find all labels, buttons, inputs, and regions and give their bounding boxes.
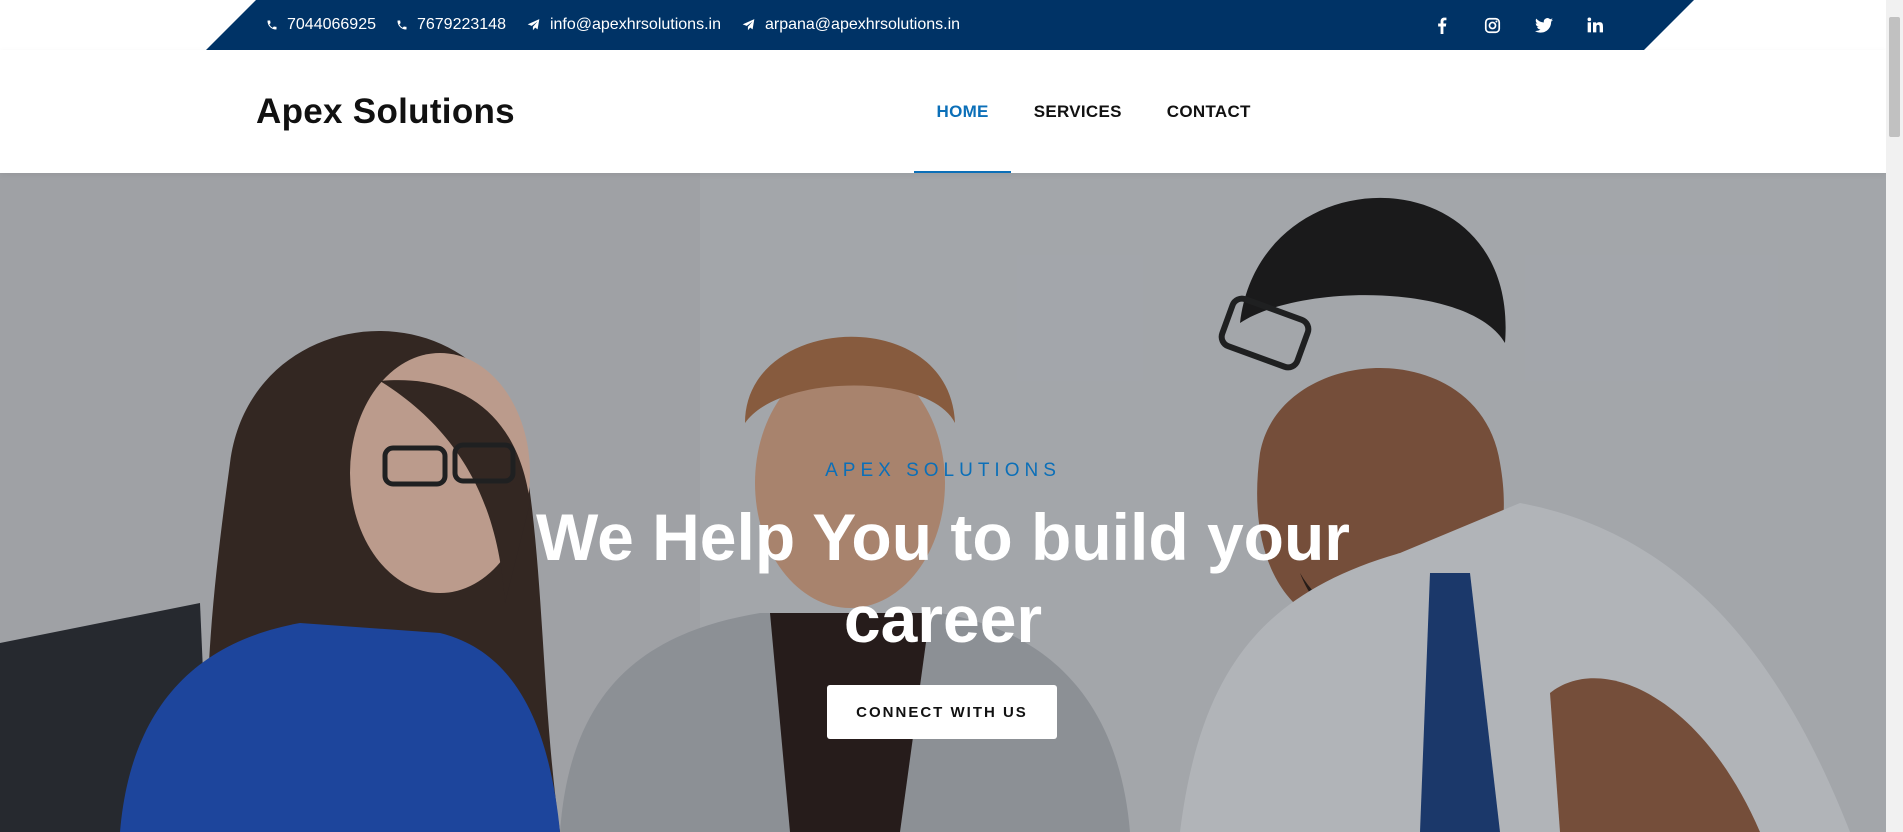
phone-icon [396,19,408,31]
site-header: Apex Solutions HOME SERVICES CONTACT [0,50,1886,173]
contact-email-2-text: arpana@apexhrsolutions.in [764,16,961,33]
contact-list: 7044066925 7679223148 info@apexhrsolutio… [266,0,980,50]
nav-home[interactable]: HOME [914,50,1012,173]
main-nav: HOME SERVICES CONTACT [914,50,1273,173]
nav-contact[interactable]: CONTACT [1144,50,1273,173]
contact-email-1[interactable]: info@apexhrsolutions.in [526,16,721,34]
contact-email-2[interactable]: arpana@apexhrsolutions.in [741,16,960,34]
contact-phone-2-text: 7679223148 [416,16,506,33]
contact-phone-2[interactable]: 7679223148 [396,16,506,34]
top-contact-bar: 7044066925 7679223148 info@apexhrsolutio… [206,0,1694,50]
nav-services[interactable]: SERVICES [1011,50,1144,173]
paper-plane-icon [741,18,756,32]
scrollbar-thumb[interactable] [1889,17,1900,137]
instagram-icon[interactable] [1467,17,1518,34]
phone-icon [266,19,278,31]
contact-phone-1[interactable]: 7044066925 [266,16,376,34]
linkedin-icon[interactable] [1569,17,1620,33]
hero-title: We Help You to build your career [535,500,1350,656]
facebook-icon[interactable] [1416,17,1467,34]
contact-email-1-text: info@apexhrsolutions.in [549,16,721,33]
paper-plane-icon [526,18,541,32]
site-logo[interactable]: Apex Solutions [256,92,515,132]
social-links [1416,0,1620,50]
twitter-icon[interactable] [1518,18,1569,33]
connect-with-us-button[interactable]: CONNECT WITH US [827,685,1057,739]
contact-phone-1-text: 7044066925 [287,16,376,33]
hero-section: APEX SOLUTIONS We Help You to build your… [0,173,1886,832]
hero-subtitle: APEX SOLUTIONS [825,460,1061,481]
